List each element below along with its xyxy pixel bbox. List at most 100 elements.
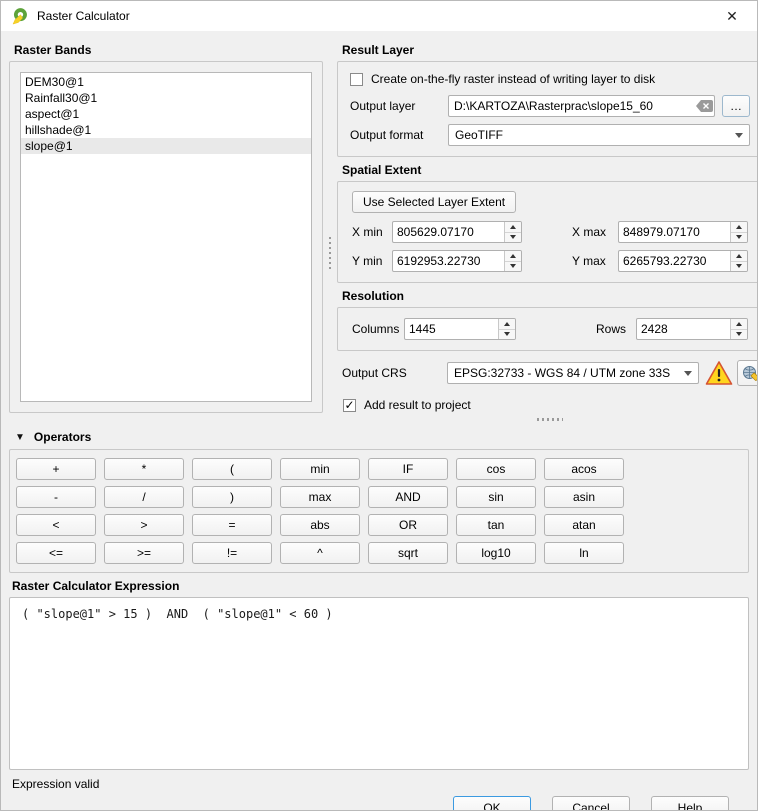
xmin-input[interactable] [393, 222, 504, 242]
spatial-extent-frame: Use Selected Layer Extent X min X max [337, 181, 758, 283]
add-result-label: Add result to project [364, 398, 471, 412]
add-result-checkbox[interactable] [343, 399, 356, 412]
band-list-item-selected[interactable]: slope@1 [21, 138, 311, 154]
pane-splitter[interactable] [323, 37, 337, 421]
spin-up-button[interactable] [731, 222, 747, 233]
operator-button-power[interactable]: ^ [280, 542, 360, 564]
spin-down-button[interactable] [505, 233, 521, 243]
spin-down-button[interactable] [499, 330, 515, 340]
rows-label: Rows [596, 322, 636, 336]
use-selected-layer-extent-button[interactable]: Use Selected Layer Extent [352, 191, 516, 213]
columns-input[interactable] [405, 319, 498, 339]
spin-down-button[interactable] [731, 233, 747, 243]
ymin-input[interactable] [393, 251, 504, 271]
band-list-item[interactable]: aspect@1 [21, 106, 311, 122]
chevron-down-icon [735, 133, 743, 138]
operator-button-cos[interactable]: cos [456, 458, 536, 480]
operator-button-and[interactable]: AND [368, 486, 448, 508]
output-layer-label: Output layer [350, 99, 448, 113]
raster-bands-frame: DEM30@1 Rainfall30@1 aspect@1 hillshade@… [9, 61, 323, 413]
spin-up-button[interactable] [505, 222, 521, 233]
select-crs-button[interactable] [737, 360, 758, 386]
output-format-select[interactable]: GeoTIFF [448, 124, 750, 146]
xmax-label: X max [572, 225, 618, 239]
operator-button-multiply[interactable]: * [104, 458, 184, 480]
resolution-frame: Columns Rows [337, 307, 758, 351]
operator-button-not-equal[interactable]: != [192, 542, 272, 564]
resolution-heading: Resolution [342, 289, 758, 303]
result-layer-frame: Create on-the-fly raster instead of writ… [337, 61, 758, 157]
operator-button-greater-than[interactable]: > [104, 514, 184, 536]
spin-up-button[interactable] [731, 251, 747, 262]
operator-button-greater-equal[interactable]: >= [104, 542, 184, 564]
xmin-label: X min [352, 225, 392, 239]
expression-textarea[interactable]: ( "slope@1" > 15 ) AND ( "slope@1" < 60 … [9, 597, 749, 770]
band-list-item[interactable]: hillshade@1 [21, 122, 311, 138]
band-list-item[interactable]: DEM30@1 [21, 74, 311, 90]
xmax-spinbox [618, 221, 748, 243]
top-section: Raster Bands DEM30@1 Rainfall30@1 aspect… [9, 37, 749, 421]
help-button[interactable]: Help [651, 796, 729, 811]
globe-pencil-icon [742, 365, 758, 382]
xmax-input[interactable] [619, 222, 730, 242]
spin-down-button[interactable] [731, 262, 747, 272]
spin-up-button[interactable] [731, 319, 747, 330]
operator-button-open-paren[interactable]: ( [192, 458, 272, 480]
raster-calculator-dialog: Raster Calculator ✕ Raster Bands DEM30@1… [0, 0, 758, 811]
spatial-extent-heading: Spatial Extent [342, 163, 758, 177]
expression-heading: Raster Calculator Expression [12, 579, 744, 593]
onfly-checkbox[interactable] [350, 73, 363, 86]
operator-button-acos[interactable]: acos [544, 458, 624, 480]
operator-button-divide[interactable]: / [104, 486, 184, 508]
operator-button-ln[interactable]: ln [544, 542, 624, 564]
operator-button-less-than[interactable]: < [16, 514, 96, 536]
warning-icon [705, 360, 733, 386]
cancel-button[interactable]: Cancel [552, 796, 630, 811]
operator-button-less-equal[interactable]: <= [16, 542, 96, 564]
result-layer-heading: Result Layer [342, 43, 758, 57]
operators-heading: Operators [34, 430, 91, 444]
raster-bands-list: DEM30@1 Rainfall30@1 aspect@1 hillshade@… [20, 72, 312, 402]
splitter-handle[interactable] [537, 418, 563, 421]
operator-button-sqrt[interactable]: sqrt [368, 542, 448, 564]
operator-button-or[interactable]: OR [368, 514, 448, 536]
rows-spinbox [636, 318, 748, 340]
ok-button[interactable]: OK [453, 796, 531, 811]
output-layer-input[interactable] [449, 96, 694, 116]
spin-up-button[interactable] [505, 251, 521, 262]
ymax-input[interactable] [619, 251, 730, 271]
spin-up-button[interactable] [499, 319, 515, 330]
xmin-spinbox [392, 221, 522, 243]
spin-down-button[interactable] [731, 330, 747, 340]
rows-input[interactable] [637, 319, 730, 339]
collapse-arrow-icon[interactable]: ▼ [15, 432, 25, 443]
band-list-item[interactable]: Rainfall30@1 [21, 90, 311, 106]
ymax-label: Y max [572, 254, 618, 268]
browse-button[interactable]: … [722, 95, 750, 117]
output-crs-value: EPSG:32733 - WGS 84 / UTM zone 33S [454, 366, 678, 380]
operator-button-if[interactable]: IF [368, 458, 448, 480]
operator-button-max[interactable]: max [280, 486, 360, 508]
spin-down-button[interactable] [505, 262, 521, 272]
operator-button-plus[interactable]: + [16, 458, 96, 480]
output-crs-select[interactable]: EPSG:32733 - WGS 84 / UTM zone 33S [447, 362, 699, 384]
operator-button-log10[interactable]: log10 [456, 542, 536, 564]
ymin-label: Y min [352, 254, 392, 268]
operator-button-minus[interactable]: - [16, 486, 96, 508]
qgis-logo-icon [11, 7, 29, 25]
operator-button-close-paren[interactable]: ) [192, 486, 272, 508]
window-title: Raster Calculator [37, 9, 717, 23]
operator-button-asin[interactable]: asin [544, 486, 624, 508]
status-text: Expression valid [12, 777, 749, 791]
operator-button-min[interactable]: min [280, 458, 360, 480]
operator-button-tan[interactable]: tan [456, 514, 536, 536]
operators-header[interactable]: ▼ Operators [15, 430, 749, 444]
operator-button-sin[interactable]: sin [456, 486, 536, 508]
clear-text-icon[interactable] [694, 97, 714, 115]
output-layer-field[interactable] [448, 95, 715, 117]
close-icon[interactable]: ✕ [717, 3, 747, 29]
operator-button-abs[interactable]: abs [280, 514, 360, 536]
operator-button-equals[interactable]: = [192, 514, 272, 536]
operator-button-atan[interactable]: atan [544, 514, 624, 536]
output-format-label: Output format [350, 128, 448, 142]
